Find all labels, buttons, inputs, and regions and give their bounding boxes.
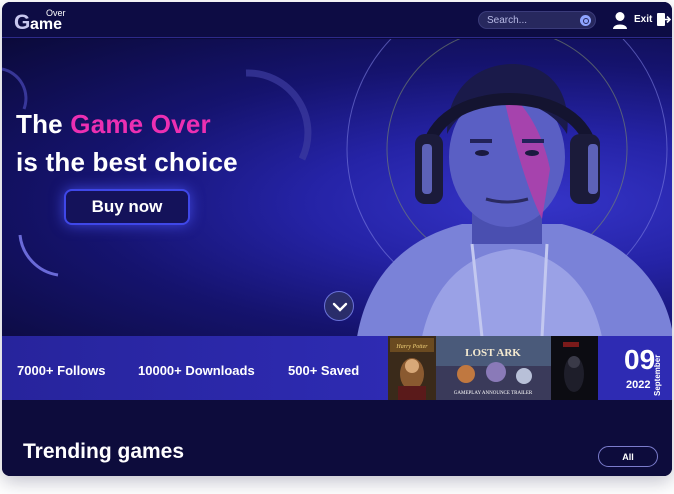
date-day: 09 <box>624 344 656 375</box>
lost-ark-cover-icon: LOST ARK GAMEPLAY ANNOUNCE TRAILER <box>436 336 551 400</box>
app-window: G Over ame Exit <box>2 2 672 476</box>
hero-title: The Game Over is the best choice <box>16 105 238 181</box>
stat-downloads: 10000+ Downloads <box>138 363 255 378</box>
all-games-button[interactable]: All <box>598 446 658 467</box>
hero-title-prefix: The <box>16 109 63 139</box>
stats-bar: 7000+ Follows 10000+ Downloads 500+ Save… <box>2 336 672 400</box>
svg-text:Harry Potter: Harry Potter <box>395 344 428 350</box>
trending-section: Trending games All <box>2 400 672 476</box>
user-icon[interactable] <box>612 11 628 29</box>
date-month: September <box>653 354 662 396</box>
hero-title-line2: is the best choice <box>16 147 238 177</box>
search-icon[interactable] <box>580 15 591 26</box>
scroll-down-button[interactable] <box>324 291 354 321</box>
search-input[interactable] <box>487 14 577 27</box>
game-thumbnail[interactable]: LOST ARK GAMEPLAY ANNOUNCE TRAILER <box>436 336 551 400</box>
exit-label[interactable]: Exit <box>634 14 652 25</box>
exit-icon[interactable] <box>657 13 671 26</box>
lost-ark-subtitle: GAMEPLAY ANNOUNCE TRAILER <box>454 391 533 396</box>
dark-game-cover-icon <box>551 336 598 400</box>
stat-follows: 7000+ Follows <box>17 363 106 378</box>
release-date: 09 2022 September <box>598 336 672 400</box>
buy-now-button[interactable]: Buy now <box>64 189 190 225</box>
top-bar: G Over ame Exit <box>2 2 672 38</box>
stat-saved: 500+ Saved <box>288 363 360 378</box>
lost-ark-title: LOST ARK <box>465 347 521 359</box>
chevron-down-icon <box>332 302 348 312</box>
harry-potter-cover-icon: Harry Potter <box>388 336 436 400</box>
hero-title-accent: Game Over <box>70 109 211 139</box>
search-box[interactable] <box>478 11 596 29</box>
hero-title-line1: The Game Over <box>16 105 238 143</box>
logo-rest: ame <box>30 16 63 33</box>
game-thumbnail[interactable] <box>551 336 598 400</box>
trending-title: Trending games <box>23 440 185 463</box>
game-thumbnail[interactable]: Harry Potter <box>388 336 436 400</box>
logo-initial: G <box>14 11 31 34</box>
hero-banner: The Game Over is the best choice Buy now <box>2 39 672 337</box>
date-year: 2022 <box>626 379 651 391</box>
